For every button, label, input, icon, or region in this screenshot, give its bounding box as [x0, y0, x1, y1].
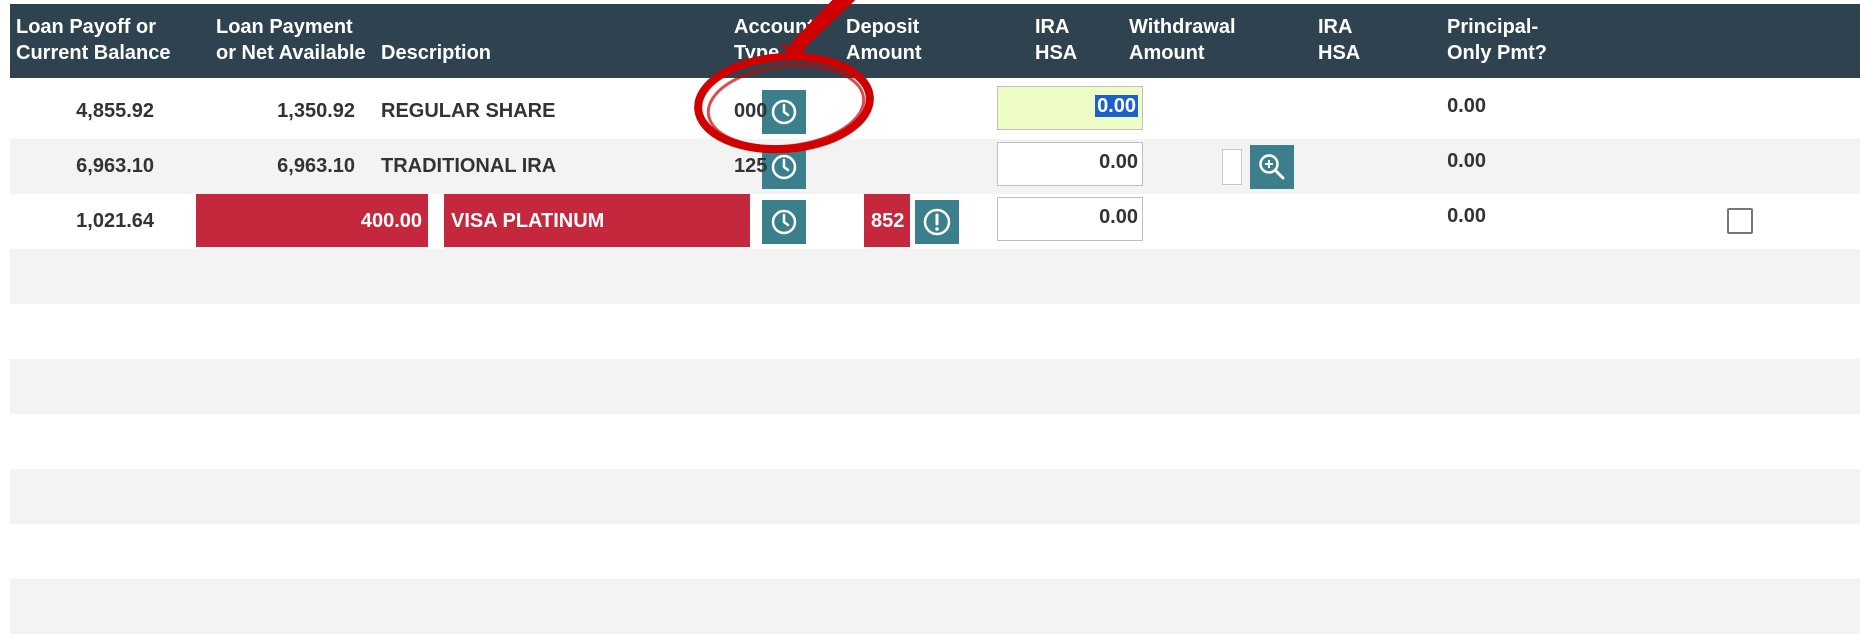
empty-row — [10, 414, 1860, 469]
principal-only-checkbox[interactable] — [1727, 208, 1753, 234]
account-type-cell: 125 — [734, 155, 768, 177]
description-cell: TRADITIONAL IRA — [381, 155, 557, 177]
account-type-cell: 000 — [734, 100, 768, 122]
clock-icon — [771, 209, 797, 235]
description-cell: VISA PLATINUM — [451, 210, 605, 232]
balance-cell: 6,963.10 — [76, 155, 154, 177]
withdrawal-amount-cell: 0.00 — [1447, 205, 1486, 227]
deposit-amount-input[interactable]: 0.00 — [997, 142, 1143, 186]
table-row: 6,963.10 6,963.10 TRADITIONAL IRA 125 0.… — [10, 139, 1860, 194]
payment-cell: 1,350.92 — [277, 100, 355, 122]
header-ira-hsa-deposit: IRA HSA — [1035, 16, 1078, 64]
deposit-amount-input[interactable]: 0.00 — [997, 86, 1143, 130]
header-account-type: Account Type — [734, 16, 814, 64]
header-balance: Loan Payoff or Current Balance — [16, 16, 171, 64]
payment-cell: 6,963.10 — [277, 155, 355, 177]
clock-icon — [771, 99, 797, 125]
withdrawal-amount-cell: 0.00 — [1447, 150, 1486, 172]
account-type-cell: 852 — [871, 210, 905, 232]
table-row: 1,021.64 400.00 VISA PLATINUM 852 0.00 0… — [10, 194, 1860, 249]
header-withdrawal-amount: Withdrawal Amount — [1129, 16, 1236, 64]
empty-row — [10, 304, 1860, 359]
header-description: Description — [381, 42, 492, 64]
clock-icon — [771, 154, 797, 180]
payment-cell: 400.00 — [360, 210, 422, 232]
balance-cell: 1,021.64 — [76, 210, 154, 232]
description-cell: REGULAR SHARE — [381, 100, 556, 122]
alert-button[interactable] — [915, 200, 959, 244]
history-button[interactable] — [762, 90, 806, 134]
table-row: 4,855.92 1,350.92 REGULAR SHARE 000 0.00… — [10, 84, 1860, 139]
balance-cell: 4,855.92 — [76, 100, 154, 122]
header-deposit-amount: Deposit Amount — [846, 16, 922, 64]
table-header: Loan Payoff or Current Balance Loan Payme… — [10, 4, 1860, 78]
empty-row — [10, 249, 1860, 304]
history-button[interactable] — [762, 145, 806, 189]
header-payment: Loan Payment or Net Available — [216, 16, 366, 64]
history-button[interactable] — [762, 200, 806, 244]
empty-row — [10, 359, 1860, 414]
exclamation-circle-icon — [923, 208, 951, 236]
empty-row — [10, 579, 1860, 634]
header-principal-only: Principal- Only Pmt? — [1447, 16, 1548, 64]
empty-row — [10, 469, 1860, 524]
withdrawal-amount-cell: 0.00 — [1447, 95, 1486, 117]
empty-row — [10, 524, 1860, 579]
header-ira-hsa-withdrawal: IRA HSA — [1318, 16, 1361, 64]
deposit-amount-input[interactable]: 0.00 — [997, 197, 1143, 241]
